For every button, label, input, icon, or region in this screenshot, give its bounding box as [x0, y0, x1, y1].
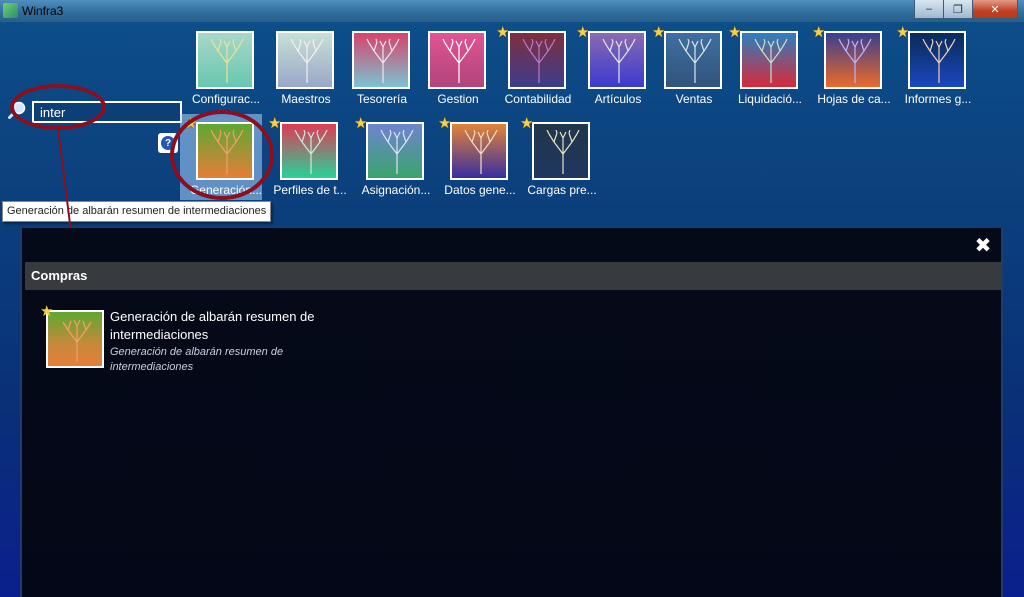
result-tree-icon — [46, 310, 104, 368]
tile-label: Artículos — [594, 92, 642, 106]
tile-icon-box — [366, 122, 424, 180]
tile-icon-box — [664, 31, 722, 89]
favorite-star-icon: ★ — [438, 115, 452, 132]
tile-liquidació[interactable]: ★ Liquidació... — [728, 24, 810, 111]
tile-asignación[interactable]: ★ Asignación... — [354, 115, 436, 202]
tile-label: Configurac... — [191, 92, 261, 106]
tile-icon-box — [588, 31, 646, 89]
tree-icon — [294, 130, 328, 174]
tile-informes-g[interactable]: ★ Informes g... — [896, 24, 978, 111]
tile-label: Asignación... — [361, 183, 431, 197]
tile-ventas[interactable]: ★ Ventas — [652, 24, 734, 111]
tree-icon — [464, 130, 498, 174]
result-description: Generación de albarán resumen de interme… — [110, 346, 284, 373]
tree-icon — [380, 130, 414, 174]
favorite-star-icon: ★ — [896, 24, 910, 41]
tree-icon — [602, 39, 636, 83]
close-window-button[interactable]: ✕ — [972, 0, 1018, 19]
app-tree-icon — [3, 3, 18, 18]
tile-icon-box — [508, 31, 566, 89]
maximize-button[interactable]: ❐ — [943, 0, 973, 19]
tile-label: Liquidació... — [737, 92, 803, 106]
tree-icon — [290, 39, 324, 83]
tree-icon — [210, 39, 244, 83]
tile-icon-box — [532, 122, 590, 180]
tile-icon-box — [428, 31, 486, 89]
tile-icon-box — [196, 31, 254, 89]
tile-artículos[interactable]: ★ Artículos — [576, 24, 658, 111]
tile-tesorería[interactable]: Tesorería — [342, 31, 422, 111]
tile-label: Gestion — [437, 92, 479, 106]
tree-icon — [62, 319, 92, 362]
tile-icon-box — [280, 122, 338, 180]
tile-maestros[interactable]: Maestros — [266, 31, 346, 111]
tile-label: Cargas pre... — [527, 183, 597, 197]
tile-configurac[interactable]: Configurac... — [186, 31, 266, 111]
favorite-star-icon: ★ — [652, 24, 666, 41]
tile-icon-box — [352, 31, 410, 89]
favorite-star-icon: ★ — [40, 303, 54, 320]
tile-icon-box — [450, 122, 508, 180]
tree-icon — [366, 39, 400, 83]
tree-icon — [442, 39, 476, 83]
favorite-star-icon: ★ — [576, 24, 590, 41]
tile-label: Perfiles de t... — [273, 183, 347, 197]
tile-datos-gene[interactable]: ★ Datos gene... — [438, 115, 520, 202]
tile-label: Maestros — [281, 92, 331, 106]
tile-label: Informes g... — [904, 92, 972, 106]
tile-icon-box — [276, 31, 334, 89]
tile-label: Contabilidad — [504, 92, 572, 106]
tile-label: Hojas de ca... — [817, 92, 891, 106]
tile-icon-box — [740, 31, 798, 89]
favorite-star-icon: ★ — [354, 115, 368, 132]
tree-icon — [754, 39, 788, 83]
section-header: Compras — [25, 262, 1001, 290]
favorite-star-icon: ★ — [268, 115, 282, 132]
tile-label: Datos gene... — [444, 183, 516, 197]
tile-icon-box — [824, 31, 882, 89]
panel-close-icon[interactable]: ✖ — [973, 236, 993, 256]
window-title: Winfra3 — [22, 4, 64, 18]
tile-gestion[interactable]: Gestion — [418, 31, 498, 111]
annotation-oval-search — [10, 84, 106, 130]
favorite-star-icon: ★ — [728, 24, 742, 41]
title-bar: Winfra3 ‒ ❐ ✕ — [0, 0, 1024, 22]
tile-label: Tesorería — [356, 92, 408, 106]
tooltip: Generación de albarán resumen de interme… — [2, 201, 272, 222]
tile-icon-box — [908, 31, 966, 89]
favorite-star-icon: ★ — [520, 115, 534, 132]
minimize-button[interactable]: ‒ — [914, 0, 944, 19]
tile-contabilidad[interactable]: ★ Contabilidad — [496, 24, 578, 111]
result-title[interactable]: Generación de albarán resumen de interme… — [110, 308, 320, 344]
tree-icon — [922, 39, 956, 83]
results-panel: ✖ Compras ★ Generación de albarán resume… — [20, 228, 1003, 597]
tree-icon — [522, 39, 556, 83]
tile-cargas-pre[interactable]: ★ Cargas pre... — [520, 115, 602, 202]
annotation-oval-tile — [170, 110, 274, 200]
tree-icon — [546, 130, 580, 174]
favorite-star-icon: ★ — [496, 24, 510, 41]
tile-label: Ventas — [675, 92, 713, 106]
window-controls: ‒ ❐ ✕ — [914, 0, 1018, 19]
tree-icon — [838, 39, 872, 83]
tree-icon — [678, 39, 712, 83]
favorite-star-icon: ★ — [812, 24, 826, 41]
tile-perfiles-de-t[interactable]: ★ Perfiles de t... — [268, 115, 350, 202]
tile-hojas-de-ca[interactable]: ★ Hojas de ca... — [812, 24, 894, 111]
